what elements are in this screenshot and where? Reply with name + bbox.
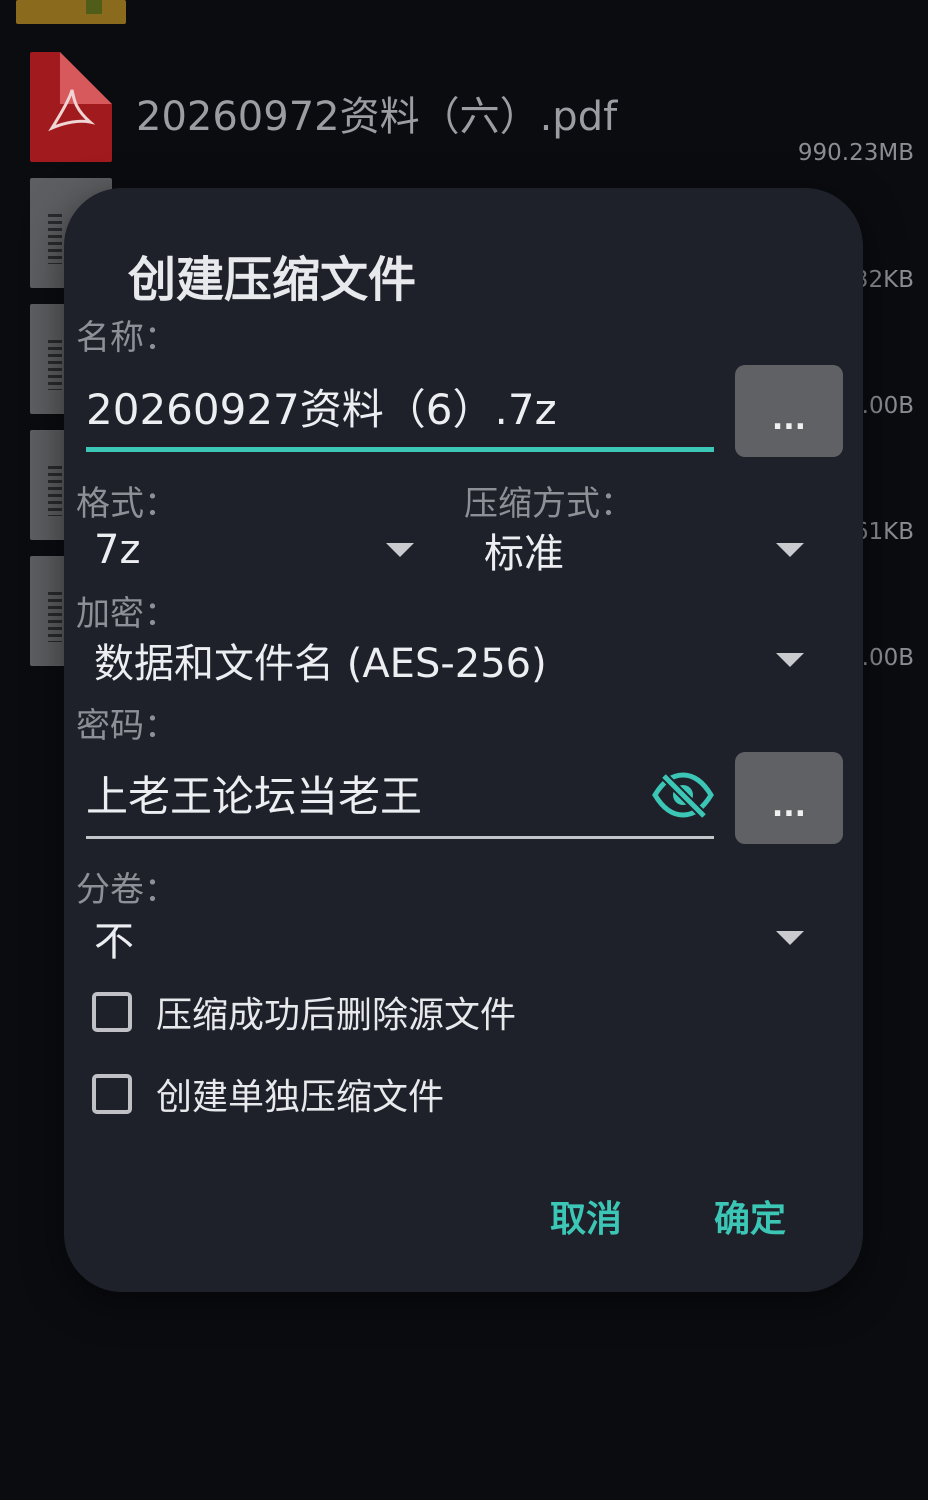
password-input[interactable]: 上老王论坛当老王 bbox=[86, 755, 714, 839]
file-size: 990.23MB bbox=[797, 140, 914, 166]
acrobat-icon bbox=[48, 89, 96, 132]
document-lines-icon bbox=[48, 340, 62, 390]
compression-method-value: 标准 bbox=[484, 531, 564, 577]
split-volume-select[interactable]: 不 bbox=[94, 910, 804, 966]
format-label: 格式： bbox=[76, 484, 178, 524]
separate-archives-label: 创建单独压缩文件 bbox=[156, 1077, 445, 1118]
document-lines-icon bbox=[48, 592, 62, 642]
zip-file-icon bbox=[16, 0, 126, 24]
encryption-select[interactable]: 数据和文件名 (AES-256) bbox=[94, 632, 804, 688]
pdf-file-icon[interactable] bbox=[30, 52, 112, 162]
password-label: 密码： bbox=[76, 706, 178, 746]
archive-name-input[interactable]: 20260927资料（6）.7z bbox=[86, 368, 714, 452]
document-lines-icon bbox=[48, 466, 62, 516]
compression-method-label: 压缩方式： bbox=[464, 484, 634, 524]
compression-method-select[interactable]: 标准 bbox=[484, 522, 804, 578]
separate-archives-checkbox[interactable] bbox=[92, 1074, 132, 1114]
name-label: 名称： bbox=[76, 318, 178, 358]
chevron-down-icon bbox=[386, 543, 414, 557]
chevron-down-icon bbox=[776, 653, 804, 667]
encryption-select-value: 数据和文件名 (AES-256) bbox=[94, 641, 547, 687]
format-select-value: 7z bbox=[94, 527, 141, 573]
document-lines-icon bbox=[48, 214, 62, 264]
delete-source-option[interactable]: 压缩成功后删除源文件 bbox=[92, 986, 516, 1038]
chevron-down-icon bbox=[776, 931, 804, 945]
chevron-down-icon bbox=[776, 543, 804, 557]
screen: 20260972资料（六）.pdf 990.23MB 32KB .00B 61K… bbox=[0, 0, 928, 1500]
dialog-title: 创建压缩文件 bbox=[128, 252, 417, 308]
delete-source-label: 压缩成功后删除源文件 bbox=[156, 995, 517, 1036]
delete-source-checkbox[interactable] bbox=[92, 992, 132, 1032]
password-options-button[interactable]: ... bbox=[735, 752, 843, 844]
pdf-file-name[interactable]: 20260972资料（六）.pdf bbox=[136, 84, 617, 142]
create-archive-dialog: 创建压缩文件 名称： 20260927资料（6）.7z ... 格式： 压缩方式… bbox=[64, 188, 863, 1292]
eye-off-icon[interactable] bbox=[652, 772, 714, 818]
encryption-label: 加密： bbox=[76, 594, 178, 634]
split-volume-value: 不 bbox=[94, 919, 134, 965]
browse-name-button[interactable]: ... bbox=[735, 365, 843, 457]
cancel-button[interactable]: 取消 bbox=[550, 1190, 622, 1242]
format-select[interactable]: 7z bbox=[94, 522, 414, 578]
file-size: .00B bbox=[861, 645, 914, 671]
split-volume-label: 分卷： bbox=[76, 870, 178, 910]
file-size: .00B bbox=[861, 393, 914, 419]
confirm-button[interactable]: 确定 bbox=[714, 1190, 786, 1242]
separate-archives-option[interactable]: 创建单独压缩文件 bbox=[92, 1068, 444, 1120]
